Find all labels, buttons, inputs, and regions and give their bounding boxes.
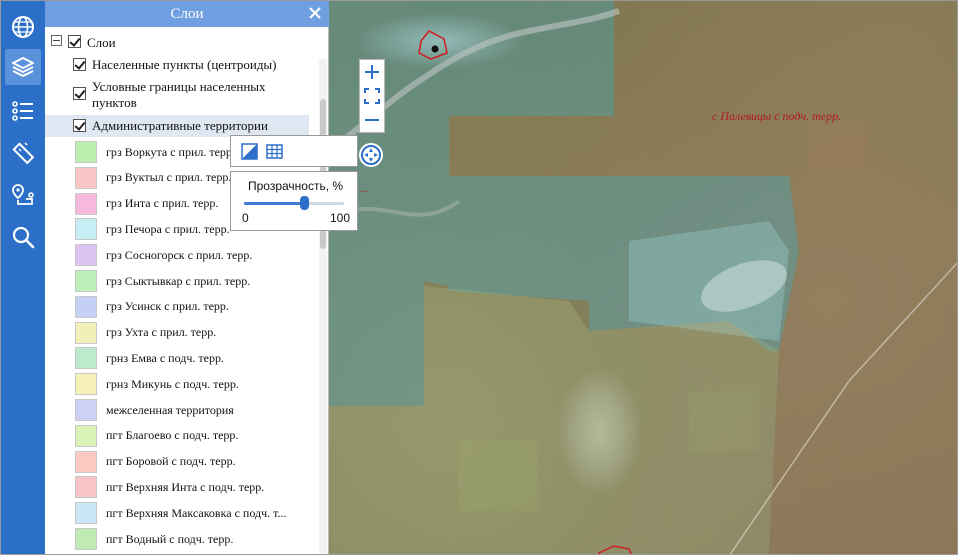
layers-button[interactable] (5, 49, 41, 85)
map-overlay (329, 1, 957, 554)
layers-panel: Слои − Слои Населенные пункты (центроиды… (45, 1, 329, 554)
legend-swatch (75, 141, 97, 163)
legend-item: грз Усинск с прил. терр. (75, 294, 315, 320)
legend-label: пгт Водный с подч. терр. (106, 531, 234, 546)
legend-label: пгт Боровой с подч. терр. (106, 454, 236, 469)
panel-header: Слои (45, 1, 329, 27)
layer-item-admin-territories[interactable]: Административные территории (45, 115, 309, 137)
layer-item-boundaries[interactable]: Условные границы населенных пунктов (73, 79, 309, 111)
panel-body: − Слои Населенные пункты (центроиды) Усл… (45, 27, 329, 554)
layer-label: Условные границы населенных пунктов (92, 79, 266, 110)
layers-icon (12, 57, 34, 77)
route-pin-icon (12, 184, 34, 205)
legend-swatch (75, 399, 97, 421)
opacity-min: 0 (242, 211, 249, 225)
opacity-title: Прозрачность, % (248, 179, 344, 193)
legend-swatch (75, 450, 97, 473)
layer-label: Административные территории (92, 118, 268, 133)
layer-root: − Слои (51, 35, 116, 51)
route-button[interactable] (5, 177, 41, 213)
extent-icon (364, 88, 380, 104)
legend-label: грнз Микунь с подч. терр. (106, 376, 239, 391)
legend-label: пгт Верхняя Максаковка с подч. т... (106, 505, 287, 520)
plus-icon (365, 65, 379, 79)
legend-swatch (75, 502, 97, 525)
legend-label: пгт Благоево с подч. терр. (106, 428, 239, 443)
legend-label: грз Сыктывкар с прил. терр. (106, 273, 251, 288)
settlement-marker[interactable] (431, 45, 439, 53)
root-checkbox[interactable] (68, 35, 81, 48)
root-label: Слои (87, 35, 116, 50)
map-label-settlement: с Палевицы с подч. терр. (712, 109, 842, 123)
legend-swatch (75, 424, 97, 447)
legend-item: пгт Водный с подч. терр. (75, 526, 315, 552)
left-toolbar (1, 1, 45, 554)
legend-swatch (75, 373, 97, 396)
legend-swatch (75, 218, 97, 241)
layer-checkbox[interactable] (73, 87, 86, 100)
legend-swatch (75, 244, 97, 267)
legend-label: грз Усинск с прил. терр. (106, 299, 229, 314)
layer-item-centroids[interactable]: Населенные пункты (центроиды) (73, 57, 277, 73)
panel-title: Слои (170, 5, 204, 22)
opacity-tab-icon[interactable] (241, 142, 258, 160)
zoom-out-button[interactable] (360, 108, 384, 132)
legend-label: межселенная территория (106, 402, 234, 417)
map-view[interactable]: с Палевицы с подч. терр. ... (329, 1, 957, 554)
legend-item: грз Сыктывкар с прил. терр. (75, 268, 315, 294)
opacity-max: 100 (329, 211, 350, 225)
scrollbar[interactable] (319, 59, 327, 554)
globe-icon (12, 16, 34, 38)
legend-item: пгт Благоево с подч. терр. (75, 423, 315, 449)
app-window: с Палевицы с подч. терр. ... Слои − Слои… (0, 0, 958, 555)
legend-swatch (75, 270, 97, 292)
legend-label: пгт Верхняя Инта с подч. терр. (106, 479, 265, 494)
opacity-slider[interactable] (244, 196, 344, 210)
search-button[interactable] (5, 219, 41, 255)
legend-item: пгт Верхняя Максаковка с подч. т... (75, 500, 315, 526)
layer-options-popup (230, 135, 358, 167)
legend-item: межселенная территория (75, 397, 315, 423)
zoom-controls (359, 59, 385, 133)
close-icon[interactable] (307, 5, 323, 21)
legend-swatch (75, 295, 97, 318)
legend-item: грз Сосногорск с прил. терр. (75, 242, 315, 268)
legend-label: грнз Емва с подч. терр. (106, 350, 224, 365)
layer-checkbox[interactable] (73, 119, 86, 132)
legend-list-button[interactable] (5, 93, 41, 129)
collapse-toggle[interactable]: − (51, 35, 62, 46)
legend-item: пгт Верхняя Инта с подч. терр. (75, 474, 315, 500)
opacity-slider-thumb[interactable] (300, 196, 309, 210)
table-icon[interactable] (266, 143, 283, 160)
map-label-fragment: ... (359, 181, 368, 195)
layer-label: Населенные пункты (центроиды) (92, 57, 277, 72)
legend-swatch (75, 528, 97, 550)
pan-button[interactable] (359, 143, 383, 167)
legend-item: пгт Боровой с подч. терр. (75, 449, 315, 475)
legend-item: грнз Микунь с подч. терр. (75, 371, 315, 397)
legend-item: грнз Емва с подч. терр. (75, 345, 315, 371)
legend-swatch (75, 192, 97, 215)
list-icon (12, 101, 33, 121)
globe-button[interactable] (5, 9, 41, 45)
search-icon (12, 226, 35, 249)
full-extent-button[interactable] (360, 84, 384, 108)
layer-checkbox[interactable] (73, 58, 86, 71)
opacity-popup: Прозрачность, % 0 100 (230, 171, 358, 231)
legend-swatch (75, 347, 97, 370)
minus-icon (365, 119, 379, 121)
legend-swatch (75, 476, 97, 499)
legend-item: грз Ухта с прил. терр. (75, 320, 315, 346)
zoom-in-button[interactable] (360, 60, 384, 84)
legend-swatch (75, 166, 97, 189)
legend-swatch (75, 321, 97, 344)
pan-icon (361, 145, 381, 165)
legend-label: грз Ухта с прил. терр. (106, 325, 217, 340)
legend-label: грз Сосногорск с прил. терр. (106, 247, 253, 262)
ruler-icon (12, 142, 35, 165)
opacity-slider-fill (244, 202, 304, 205)
measure-button[interactable] (5, 135, 41, 171)
